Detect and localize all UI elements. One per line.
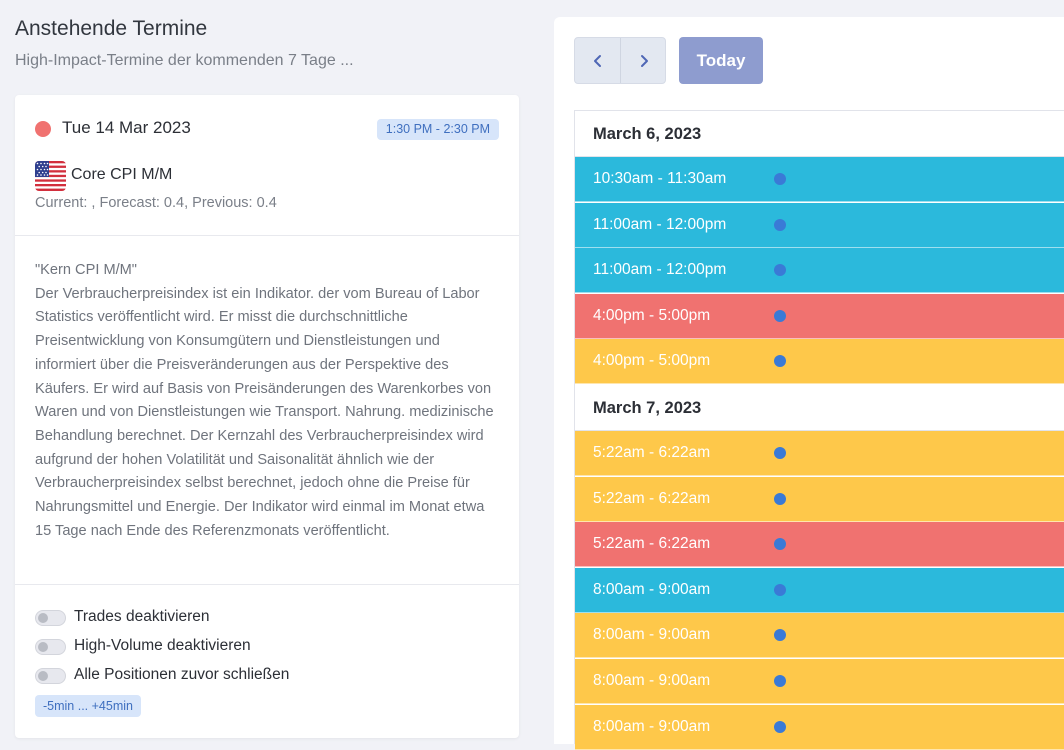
divider: [15, 584, 519, 585]
upcoming-events-panel: Anstehende Termine High-Impact-Termine d…: [15, 0, 520, 744]
event-time: 8:00am - 9:00am: [593, 626, 711, 644]
calendar-event[interactable]: 5:22am - 6:22am: [575, 476, 1064, 522]
event-dot-icon: [774, 675, 786, 687]
calendar-event[interactable]: 8:00am - 9:00am: [575, 567, 1064, 613]
calendar-nav: [574, 37, 666, 84]
chevron-right-icon: [641, 54, 648, 67]
day-header: March 6, 2023: [575, 111, 1064, 157]
calendar-event[interactable]: 10:30am - 11:30am: [575, 157, 1064, 202]
event-description: "Kern CPI M/M" Der Verbraucherpreisindex…: [35, 259, 503, 543]
toggle-knob: [38, 642, 48, 652]
calendar-event[interactable]: 8:00am - 9:00am: [575, 704, 1064, 750]
event-time: 5:22am - 6:22am: [593, 444, 711, 461]
prev-button[interactable]: [575, 38, 621, 83]
description-body: Der Verbraucherpreisindex ist ein Indika…: [35, 285, 494, 539]
event-detail-card: Tue 14 Mar 2023 1:30 PM - 2:30 PM Core C…: [15, 95, 519, 738]
event-dot-icon: [774, 583, 786, 596]
page-title: Anstehende Termine: [15, 17, 208, 40]
event-time: 5:22am - 6:22am: [593, 535, 711, 553]
event-header: Tue 14 Mar 2023 1:30 PM - 2:30 PM Core C…: [15, 95, 519, 236]
event-time: 4:00pm - 5:00pm: [593, 352, 711, 370]
time-range-badge: 1:30 PM - 2:30 PM: [376, 119, 499, 140]
toggle-switch[interactable]: [35, 610, 66, 626]
toggle-label: Alle Positionen zuvor schließen: [74, 666, 290, 683]
event-time: 11:00am - 12:00pm: [593, 261, 727, 279]
event-dot-icon: [774, 264, 786, 277]
us-flag-icon: [35, 161, 66, 191]
toggle-label: High-Volume deaktivieren: [74, 637, 251, 654]
event-dot-icon: [774, 309, 786, 322]
event-dot-icon: [774, 492, 786, 505]
event-dot-icon: [774, 173, 786, 185]
toggle-switch[interactable]: [35, 639, 66, 655]
event-dot-icon: [774, 447, 786, 459]
event-dot-icon: [774, 355, 786, 368]
event-dot-icon: [774, 218, 786, 231]
calendar-event[interactable]: 11:00am - 12:00pm: [575, 248, 1064, 294]
page-subtitle: High-Impact-Termine der kommenden 7 Tage…: [15, 52, 354, 69]
next-button[interactable]: [621, 38, 665, 83]
event-time: 8:00am - 9:00am: [593, 672, 711, 689]
event-list: March 6, 2023 10:30am - 11:30am 11:00am - …: [574, 110, 1064, 750]
toggle-knob: [38, 613, 48, 623]
calendar-event[interactable]: 8:00am - 9:00am: [575, 659, 1064, 704]
event-dot-icon: [774, 720, 786, 733]
event-time: 10:30am - 11:30am: [593, 170, 727, 187]
calendar-event[interactable]: 11:00am - 12:00pm: [575, 202, 1064, 248]
day-label: March 7, 2023: [593, 399, 702, 417]
event-name: Core CPI M/M: [71, 166, 173, 183]
calendar-event[interactable]: 8:00am - 9:00am: [575, 613, 1064, 659]
calendar-event[interactable]: 5:22am - 6:22am: [575, 431, 1064, 476]
calendar-event[interactable]: 4:00pm - 5:00pm: [575, 339, 1064, 385]
status-dot-icon: [35, 121, 51, 137]
event-time: 4:00pm - 5:00pm: [593, 306, 711, 324]
toggle-label: Trades deaktivieren: [74, 608, 210, 625]
event-values: Current: , Forecast: 0.4, Previous: 0.4: [35, 195, 277, 211]
event-time: 5:22am - 6:22am: [593, 489, 711, 507]
calendar-event[interactable]: 4:00pm - 5:00pm: [575, 293, 1064, 339]
description-quote: "Kern CPI M/M": [35, 262, 137, 278]
time-window-badge: -5min ... +45min: [35, 695, 141, 717]
day-label: March 6, 2023: [593, 125, 702, 143]
event-time: 8:00am - 9:00am: [593, 717, 711, 735]
calendar-panel: Today March 6, 2023 10:30am - 11:30am 11:0…: [554, 17, 1064, 750]
toggle-switch[interactable]: [35, 668, 66, 684]
event-date: Tue 14 Mar 2023: [62, 118, 191, 137]
event-dot-icon: [774, 538, 786, 551]
chevron-left-icon: [593, 54, 601, 67]
event-time: 8:00am - 9:00am: [593, 580, 711, 598]
day-header: March 7, 2023: [575, 385, 1064, 431]
calendar-event[interactable]: 5:22am - 6:22am: [575, 522, 1064, 568]
event-dot-icon: [774, 629, 786, 642]
toggle-knob: [38, 671, 48, 681]
event-time: 11:00am - 12:00pm: [593, 215, 727, 233]
today-button[interactable]: Today: [679, 37, 763, 84]
